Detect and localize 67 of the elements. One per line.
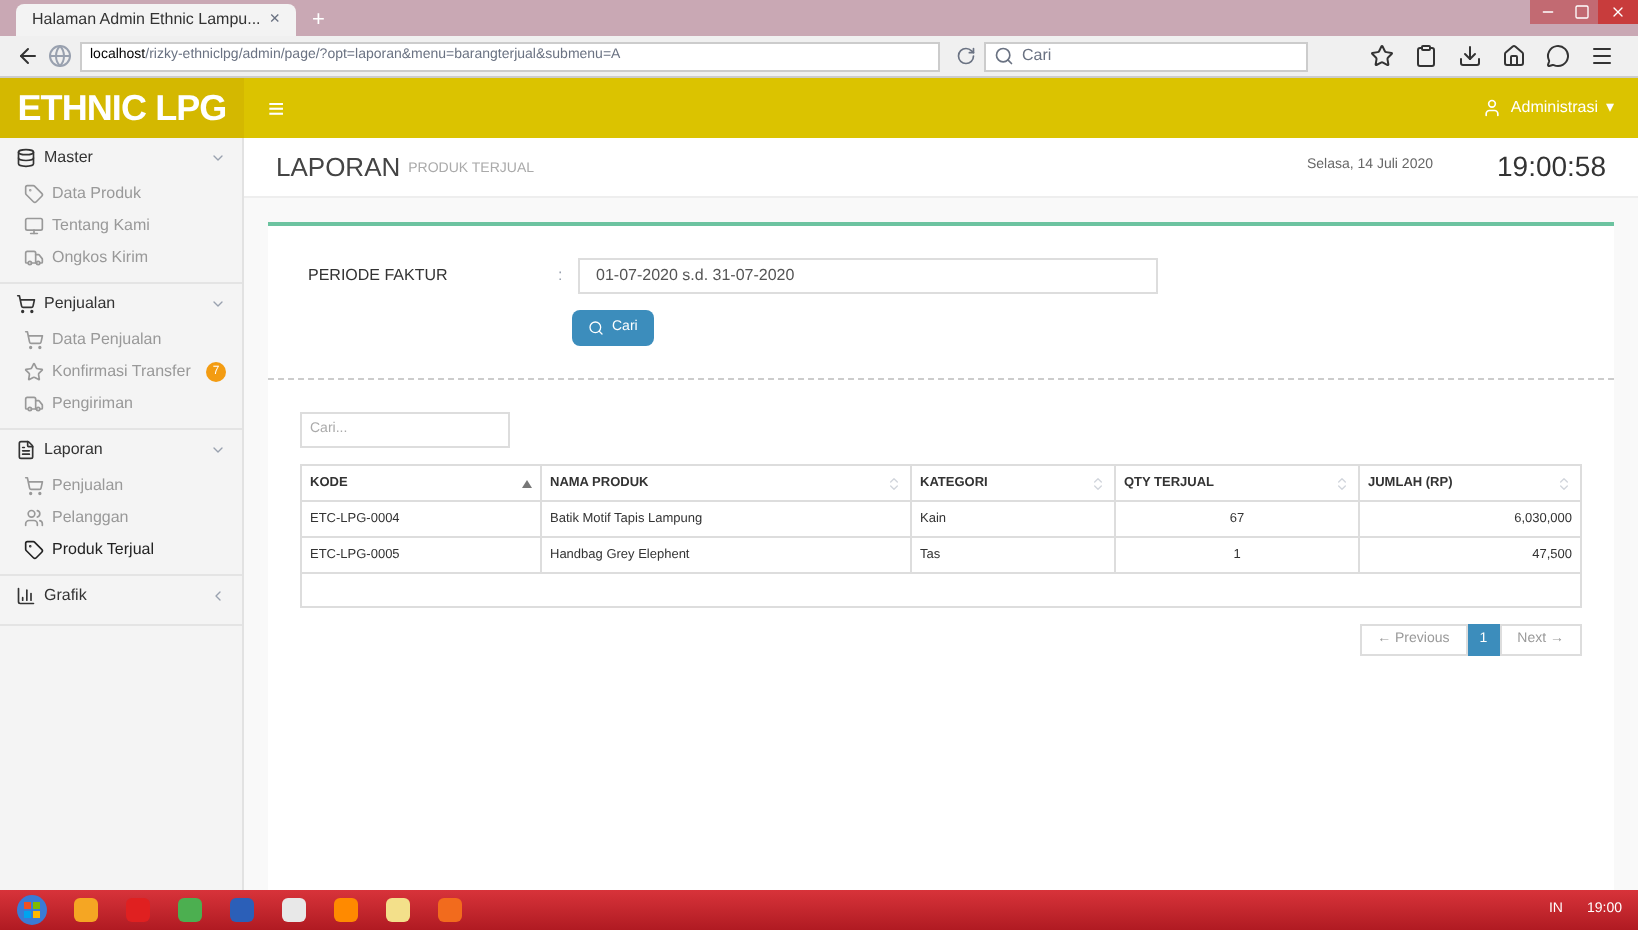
sidebar-item[interactable]: Produk Terjual xyxy=(0,534,242,566)
field-label: PERIODE FAKTUR xyxy=(308,264,450,288)
taskbar-app-icon[interactable] xyxy=(384,896,412,924)
chevron-left-icon xyxy=(210,588,226,604)
taskbar-app-icon[interactable] xyxy=(72,896,100,924)
database-icon xyxy=(16,148,36,168)
sidebar-item[interactable]: Data Penjualan xyxy=(0,324,242,356)
taskbar-app-icon[interactable] xyxy=(332,896,360,924)
star-icon xyxy=(24,362,44,382)
reload-icon xyxy=(956,46,976,66)
maximize-button[interactable] xyxy=(1566,0,1598,24)
start-button[interactable] xyxy=(16,894,48,926)
sidebar-group[interactable]: Laporan xyxy=(0,430,242,470)
sort-icon xyxy=(886,475,902,491)
chevron-down-icon xyxy=(210,296,226,312)
users-icon xyxy=(24,508,44,528)
download-icon xyxy=(1458,44,1482,68)
logo: ETHNIC LPG xyxy=(17,85,227,131)
sort-icon xyxy=(1556,475,1572,491)
sidebar-item[interactable]: Ongkos Kirim xyxy=(0,242,242,274)
close-tab-button[interactable]: × xyxy=(269,6,280,34)
bookmark-icon xyxy=(1370,44,1394,68)
clipboard-icon xyxy=(1414,44,1438,68)
menu-icon xyxy=(1590,44,1614,68)
sidebar-item[interactable]: Tentang Kami xyxy=(0,210,242,242)
taskbar-app-icon[interactable] xyxy=(280,896,308,924)
home-icon xyxy=(1502,44,1526,68)
search-icon xyxy=(588,320,604,336)
chevron-down-icon xyxy=(210,150,226,166)
tag-icon xyxy=(24,540,44,560)
sort-icon xyxy=(1090,475,1106,491)
globe-icon xyxy=(48,44,72,68)
maximize-icon xyxy=(1574,4,1590,20)
truck-icon xyxy=(24,394,44,414)
sort-icon xyxy=(1334,475,1350,491)
tag-icon xyxy=(24,184,44,204)
page-title: LAPORAN xyxy=(276,149,401,186)
sidebar-item[interactable]: Pengiriman xyxy=(0,388,242,420)
close-icon xyxy=(1610,4,1626,20)
chat-icon xyxy=(1546,44,1570,68)
monitor-icon xyxy=(24,216,44,236)
back-icon xyxy=(16,44,40,68)
clock-text: 19:00:58 xyxy=(1497,148,1606,186)
cart-icon xyxy=(24,476,44,496)
user-icon xyxy=(1482,98,1503,118)
cart-icon xyxy=(24,330,44,350)
truck-icon xyxy=(24,248,44,268)
search-field[interactable]: Cari xyxy=(984,41,1308,71)
minimize-button[interactable] xyxy=(1530,0,1566,24)
chart-icon xyxy=(16,586,36,606)
sidebar-group[interactable]: Master xyxy=(0,138,242,178)
sidebar-item[interactable]: Data Produk xyxy=(0,178,242,210)
chevron-down-icon xyxy=(210,442,226,458)
sidebar-item[interactable]: Pelanggan xyxy=(0,502,242,534)
close-window-button[interactable] xyxy=(1598,0,1638,24)
document-icon xyxy=(16,440,36,460)
sidebar-group[interactable]: Penjualan xyxy=(0,284,242,324)
browser-tab[interactable]: Halaman Admin Ethnic Lampu... × xyxy=(16,4,296,36)
taskbar-app-icon[interactable] xyxy=(436,896,464,924)
sort-ascending-icon xyxy=(522,479,532,487)
search-icon xyxy=(994,46,1014,66)
sidebar-item[interactable]: Penjualan xyxy=(0,470,242,502)
separator-text: : xyxy=(558,264,565,288)
sidebar-group[interactable]: Grafik xyxy=(0,576,242,616)
taskbar-app-icon[interactable] xyxy=(176,896,204,924)
period-field[interactable]: 01-07-2020 s.d. 31-07-2020 xyxy=(578,258,1158,294)
cart-icon xyxy=(16,294,36,314)
